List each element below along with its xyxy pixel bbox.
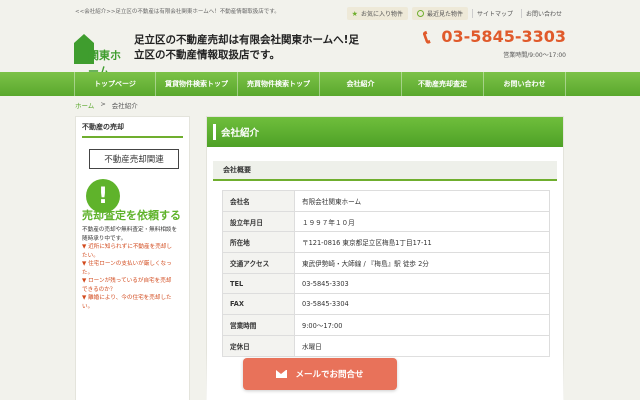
company-info-table: 会社名 有限会社関東ホーム 設立年月日 １９９７年１０月 所在地 〒121-0816 東京…	[222, 190, 550, 357]
phone-number[interactable]: 03-5845-3303	[441, 27, 566, 46]
sidebar-heading: 不動産の売却	[82, 122, 183, 138]
table-row: 定休日 水曜日	[222, 334, 550, 357]
row-label: 営業時間	[222, 314, 295, 336]
nav-item-sale-search[interactable]: 売買物件検索トップ	[238, 72, 320, 96]
row-value: 03-5845-3304	[294, 293, 550, 316]
banner-line: ▼ 近所に知られずに不動産を売却し	[82, 244, 172, 250]
banner-text: 不動産の売却や無料査定・無料相談を 随時承り中です。 ▼ 近所に知られずに不動産…	[82, 226, 183, 311]
banner-line: 不動産の売却や無料査定・無料相談を	[82, 227, 178, 233]
nav-item-appraisal[interactable]: 不動産売却査定	[402, 72, 484, 96]
sitemap-link[interactable]: サイトマップ	[471, 9, 517, 18]
banner-line: た。	[82, 269, 94, 276]
nav-item-company[interactable]: 会社紹介	[320, 72, 402, 96]
appraisal-banner[interactable]: ! 売却査定を依頼する 不動産の売却や無料査定・無料相談を 随時承り中です。 ▼…	[76, 179, 189, 379]
favorites-button[interactable]: ★ お気に入り物件	[346, 7, 408, 20]
star-icon: ★	[351, 9, 358, 18]
row-value: 9:00～17:00	[294, 314, 550, 336]
breadcrumb-separator: >	[100, 100, 106, 108]
table-row: FAX 03-5845-3304	[222, 293, 550, 316]
utility-links: ★ お気に入り物件 最近見た物件 サイトマップ お問い合わせ	[346, 7, 566, 20]
table-row: 営業時間 9:00～17:00	[222, 314, 550, 336]
sidebar: 不動産の売却 不動産売却関連 ! 売却査定を依頼する 不動産の売却や無料査定・無…	[75, 116, 190, 400]
nav-item-top[interactable]: トップページ	[74, 72, 156, 96]
table-row: 設立年月日 １９９７年１０月	[222, 210, 550, 233]
row-label: 交通アクセス	[222, 252, 295, 274]
row-value: 03-5845-3303	[294, 272, 550, 295]
phone-block: 03-5845-3303 営業時間/9:00～17:00	[424, 27, 566, 59]
recent-label: 最近見た物件	[426, 11, 463, 18]
nav-item-rental-search[interactable]: 賃貸物件検索トップ	[156, 72, 238, 96]
page-title: 会社紹介	[207, 117, 563, 147]
header: 関東ホーム 足立区の不動産売却は有限会社関東ホームへ!足立区の不動産情報取扱店で…	[0, 24, 640, 78]
business-hours: 営業時間/9:00～17:00	[503, 52, 566, 59]
banner-line: ▼ ローンが残っているが自宅を売却	[82, 278, 172, 284]
phone-icon	[422, 29, 437, 45]
banner-line: たい。	[82, 252, 99, 259]
recent-button[interactable]: 最近見た物件	[411, 7, 468, 20]
row-label: 会社名	[222, 190, 295, 212]
table-row: 交通アクセス 東武伊勢崎・大師線 / 『梅島』駅 徒歩 2分	[222, 252, 550, 274]
contact-link[interactable]: お問い合わせ	[520, 9, 566, 18]
history-icon	[416, 10, 424, 17]
table-row: 所在地 〒121-0816 東京都足立区梅島1丁目17-11	[222, 231, 550, 254]
mail-contact-button[interactable]: メールでお問合せ	[243, 358, 397, 390]
breadcrumb-home[interactable]: ホーム	[75, 100, 94, 110]
row-label: TEL	[222, 272, 295, 295]
banner-line: できるのか？	[82, 286, 116, 293]
banner-line: い。	[82, 303, 94, 310]
table-row: TEL 03-5845-3303	[222, 272, 550, 295]
row-value: １９９７年１０月	[294, 210, 550, 233]
table-row: 会社名 有限会社関東ホーム	[222, 190, 550, 212]
section-title: 会社概要	[213, 161, 557, 181]
row-label: FAX	[222, 293, 295, 316]
mail-button-label: メールでお問合せ	[295, 370, 364, 380]
sale-related-button[interactable]: 不動産売却関連	[89, 149, 179, 169]
banner-line: ▼ 離婚により、今の住宅を売却した	[82, 295, 172, 301]
breadcrumb: ホーム > 会社紹介	[75, 100, 138, 110]
banner-line: ▼ 住宅ローンの支払いが厳しくなっ	[82, 261, 172, 267]
row-value: 有限会社関東ホーム	[294, 190, 550, 212]
breadcrumb-current: 会社紹介	[111, 102, 138, 110]
row-label: 所在地	[222, 231, 295, 254]
banner-title: 売却査定を依頼する	[82, 209, 181, 222]
top-bar: <<会社紹介>>足立区の不動産は有限会社関東ホームへ！不動産情報取扱店です。 ★…	[0, 0, 640, 24]
logo[interactable]: 関東ホーム	[74, 34, 128, 78]
row-label: 設立年月日	[222, 210, 295, 233]
row-value: 東武伊勢崎・大師線 / 『梅島』駅 徒歩 2分	[294, 252, 550, 274]
site-tagline: <<会社紹介>>足立区の不動産は有限会社関東ホームへ！不動産情報取扱店です。	[75, 9, 280, 15]
nav-item-contact[interactable]: お問い合わせ	[484, 72, 566, 96]
site-title: 足立区の不動産売却は有限会社関東ホームへ!足立区の不動産情報取扱店です。	[134, 34, 359, 61]
banner-line: 随時承り中です。	[82, 235, 127, 242]
favorites-label: お気に入り物件	[360, 11, 403, 18]
main-nav: トップページ 賃貸物件検索トップ 売買物件検索トップ 会社紹介 不動産売却査定 …	[0, 72, 640, 96]
row-label: 定休日	[222, 334, 295, 357]
row-value: 水曜日	[294, 334, 550, 357]
mail-icon	[276, 370, 288, 378]
row-value: 〒121-0816 東京都足立区梅島1丁目17-11	[294, 231, 550, 254]
